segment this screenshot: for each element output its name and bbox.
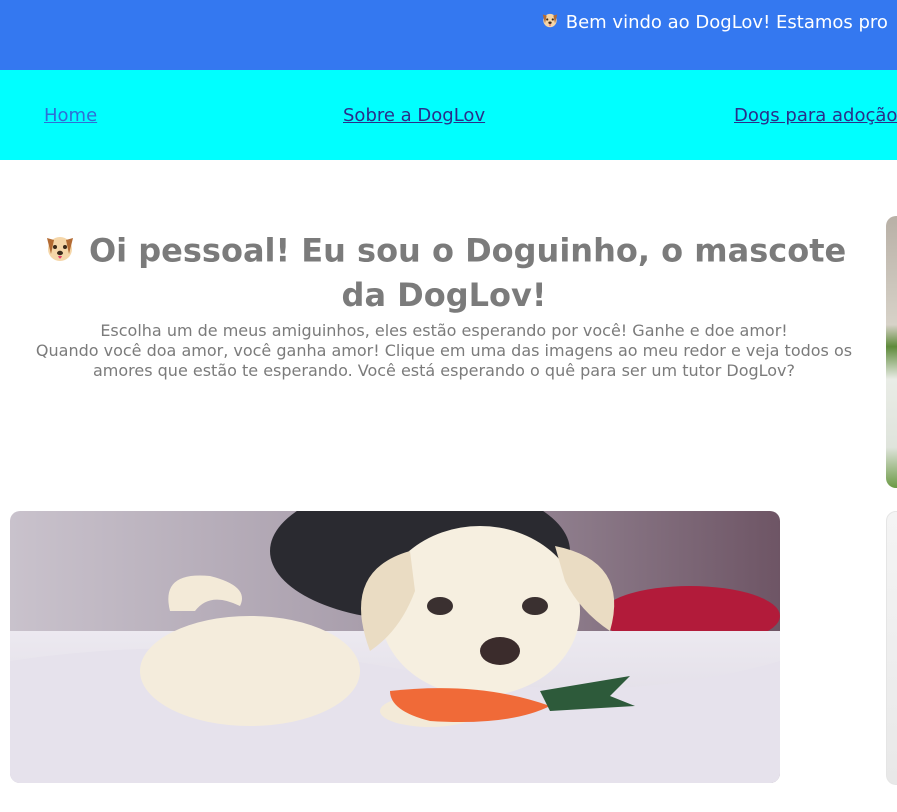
hero-line-1: Escolha um de meus amiguinhos, eles estã…	[100, 321, 788, 340]
side-dog-card-1[interactable]	[886, 216, 897, 488]
hero-section: Oi pessoal! Eu sou o Doguinho, o mascote…	[30, 230, 858, 381]
hero-line-2: Quando você doa amor, você ganha amor! C…	[35, 341, 853, 380]
nav-link-home[interactable]: Home	[44, 105, 97, 127]
hero-description: Escolha um de meus amiguinhos, eles estã…	[30, 321, 858, 381]
puppy-photo-card[interactable]	[10, 511, 780, 783]
nav-link-about[interactable]: Sobre a DogLov	[343, 105, 485, 127]
welcome-banner: Bem vindo ao DogLov! Estamos pro	[0, 0, 897, 70]
welcome-marquee: Bem vindo ao DogLov! Estamos pro	[540, 10, 888, 36]
hero-title: Oi pessoal! Eu sou o Doguinho, o mascote…	[30, 230, 858, 315]
hero-title-text: Oi pessoal! Eu sou o Doguinho, o mascote…	[88, 231, 847, 315]
dog-face-icon	[540, 10, 560, 36]
puppy-photo	[10, 511, 780, 783]
dog-face-icon	[42, 230, 78, 275]
welcome-text: Bem vindo ao DogLov! Estamos pro	[565, 12, 888, 33]
main-navbar: Home Sobre a DogLov Dogs para adoção	[0, 70, 897, 160]
nav-link-adopt[interactable]: Dogs para adoção	[734, 105, 897, 127]
side-dog-card-2[interactable]	[886, 511, 897, 785]
